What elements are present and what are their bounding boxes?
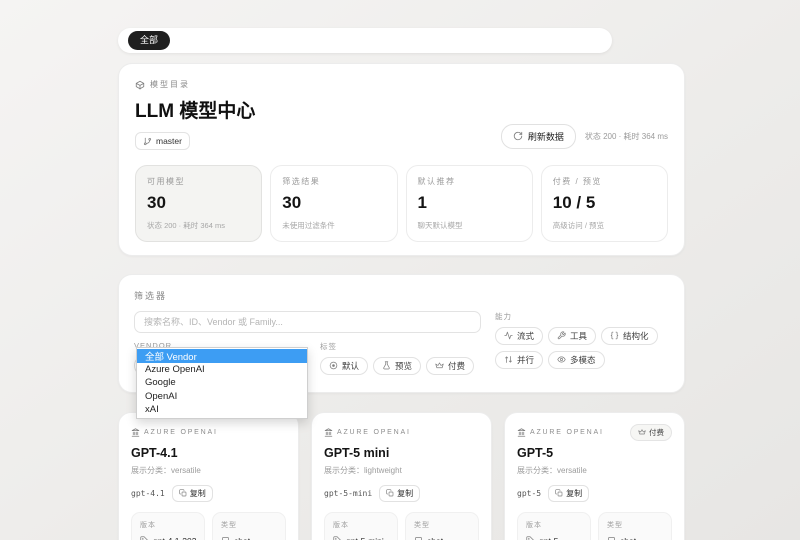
field-type: 类型 chat [212, 512, 286, 540]
flask-icon [382, 361, 391, 370]
model-id: gpt-5 [517, 489, 541, 498]
crown-icon [435, 361, 444, 370]
square-icon [607, 536, 616, 540]
model-name: GPT-5 [517, 446, 672, 460]
model-id: gpt-4.1 [131, 489, 165, 498]
stats-row: 可用模型 30 状态 200 · 耗时 364 ms 筛选结果 30 未使用过滤… [135, 165, 668, 242]
search-input[interactable] [134, 311, 481, 333]
copy-button[interactable]: 复制 [548, 485, 589, 502]
capabilities-group: 能力 流式 工具 [495, 311, 669, 376]
refresh-button[interactable]: 刷新数据 [501, 124, 576, 149]
refresh-label: 刷新数据 [528, 130, 564, 143]
model-card-gpt-4-1: AZURE OPENAI GPT-4.1 展示分类：versatile gpt-… [118, 412, 299, 540]
model-category: 展示分类：lightweight [324, 465, 479, 476]
vendor-option-openai[interactable]: OpenAI [137, 390, 307, 404]
field-version: 版本 gpt-5 [517, 512, 591, 540]
header-left: 模型目录 LLM 模型中心 master [135, 79, 255, 151]
field-version: 版本 gpt-5-mini [324, 512, 398, 540]
parallel-arrows-icon [504, 355, 513, 364]
main-column: 全部 模型目录 LLM 模型中心 master [118, 0, 685, 540]
circle-dot-icon [329, 361, 338, 370]
square-icon [221, 536, 230, 540]
model-name: GPT-4.1 [131, 446, 286, 460]
copy-button[interactable]: 复制 [172, 485, 213, 502]
capability-pill-stream[interactable]: 流式 [495, 327, 543, 345]
field-type: 类型 chat [598, 512, 672, 540]
tag-pill-preview[interactable]: 预览 [373, 357, 421, 375]
activity-icon [504, 331, 513, 340]
stat-card-default: 默认推荐 1 聊天默认模型 [406, 165, 533, 242]
filters-title: 筛选器 [134, 289, 669, 302]
capability-pill-parallel[interactable]: 并行 [495, 351, 543, 369]
vendor-label: AZURE OPENAI [337, 429, 411, 436]
top-filter-bar: 全部 [118, 28, 612, 53]
model-card-gpt-5-mini: AZURE OPENAI GPT-5 mini 展示分类：lightweight… [311, 412, 492, 540]
copy-button[interactable]: 复制 [379, 485, 420, 502]
tags-group: 标签 默认 [320, 341, 474, 376]
stat-card-filtered: 筛选结果 30 未使用过滤条件 [270, 165, 397, 242]
vendor-dropdown-menu: 全部 Vendor Azure OpenAI Google OpenAI xAI [136, 347, 308, 419]
vendor-option-azure-openai[interactable]: Azure OpenAI [137, 363, 307, 377]
vendor-option-all[interactable]: 全部 Vendor [137, 349, 307, 363]
tag-pill-default[interactable]: 默认 [320, 357, 368, 375]
model-grid: AZURE OPENAI GPT-4.1 展示分类：versatile gpt-… [118, 412, 685, 540]
field-type: 类型 chat [405, 512, 479, 540]
stat-card-paid-preview: 付费 / 预览 10 / 5 高级访问 / 预览 [541, 165, 668, 242]
page-title: LLM 模型中心 [135, 96, 255, 123]
eyebrow-label: 模型目录 [150, 79, 190, 90]
copy-icon [386, 489, 394, 497]
copy-icon [555, 489, 563, 497]
tag-icon [333, 536, 342, 540]
vendor-option-xai[interactable]: xAI [137, 403, 307, 417]
header-card: 模型目录 LLM 模型中心 master 刷新数据 状态 200 · [118, 63, 685, 256]
model-category: 展示分类：versatile [131, 465, 286, 476]
building-icon [324, 428, 333, 437]
capability-pill-structured[interactable]: 结构化 [601, 327, 658, 345]
catalog-icon [135, 80, 145, 90]
capability-pill-multimodal[interactable]: 多模态 [548, 351, 605, 369]
braces-icon [610, 331, 619, 340]
paid-badge: 付费 [630, 424, 672, 441]
branch-badge: master [135, 132, 190, 150]
refresh-icon [513, 131, 523, 141]
filter-all-pill[interactable]: 全部 [128, 31, 170, 50]
model-card-gpt-5: AZURE OPENAI 付费 GPT-5 展示分类：versatile gpt… [504, 412, 685, 540]
tag-icon [526, 536, 535, 540]
crown-icon [638, 428, 646, 436]
building-icon [131, 428, 140, 437]
model-id: gpt-5-mini [324, 489, 372, 498]
model-category: 展示分类：versatile [517, 465, 672, 476]
square-icon [414, 536, 423, 540]
building-icon [517, 428, 526, 437]
vendor-option-google[interactable]: Google [137, 376, 307, 390]
capabilities-label: 能力 [495, 311, 669, 322]
header-right: 刷新数据 状态 200 · 耗时 364 ms [501, 124, 668, 151]
field-version: 版本 gpt-4.1-2025-... [131, 512, 205, 540]
model-name: GPT-5 mini [324, 446, 479, 460]
tag-pill-paid[interactable]: 付费 [426, 357, 474, 375]
branch-label: master [156, 136, 182, 146]
tag-icon [140, 536, 149, 540]
capability-pill-tools[interactable]: 工具 [548, 327, 596, 345]
copy-icon [179, 489, 187, 497]
git-branch-icon [143, 137, 152, 146]
status-text: 状态 200 · 耗时 364 ms [585, 131, 668, 142]
stat-card-available: 可用模型 30 状态 200 · 耗时 364 ms [135, 165, 262, 242]
tags-label: 标签 [320, 341, 474, 352]
eye-icon [557, 355, 566, 364]
vendor-label: AZURE OPENAI [144, 429, 218, 436]
wrench-icon [557, 331, 566, 340]
vendor-label: AZURE OPENAI [530, 429, 604, 436]
